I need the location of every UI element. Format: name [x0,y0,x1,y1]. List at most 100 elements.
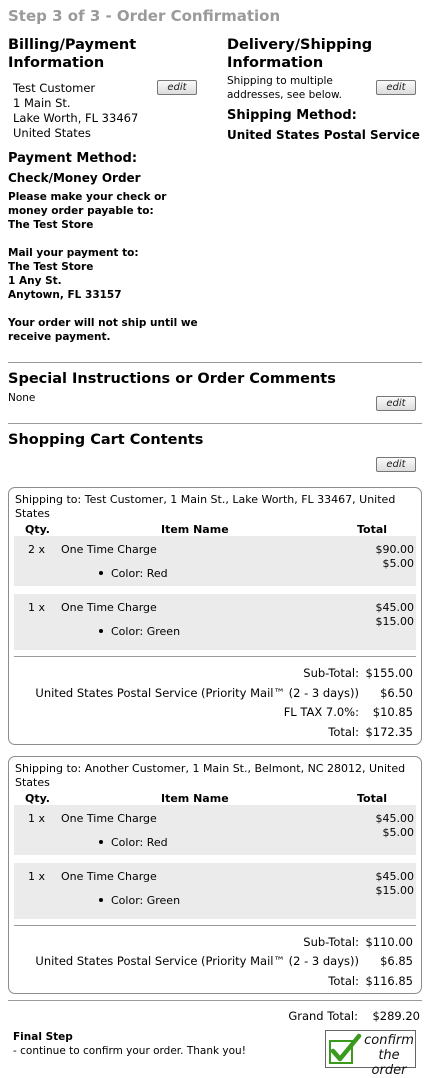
item-attribute-text: Color: Red [111,567,168,580]
payment-instruction-line [8,232,218,246]
comments-heading: Special Instructions or Order Comments [8,371,336,387]
summary-value: $6.50 [380,686,413,700]
edit-comments-button[interactable]: edit [376,396,416,411]
edit-shipping-button[interactable]: edit [376,80,416,95]
edit-billing-button[interactable]: edit [157,80,197,95]
section-divider [8,1000,422,1001]
billing-address: Test Customer 1 Main St. Lake Worth, FL … [13,81,138,141]
item-qty: 1 x [28,812,46,825]
item-attribute: Color: Green [99,894,180,907]
section-divider [8,423,422,424]
column-header-qty: Qty. [25,792,50,805]
shipment-box: Shipping to: Another Customer, 1 Main St… [8,756,422,994]
item-extra-charge: $15.00 [375,615,415,628]
summary-label: Sub-Total: [303,666,359,680]
item-qty: 2 x [28,543,46,556]
item-total: $45.00 [375,812,415,825]
edit-cart-button[interactable]: edit [376,457,416,472]
billing-address-line: Lake Worth, FL 33467 [13,111,139,125]
summary-divider [14,925,416,926]
delivery-heading: Delivery/Shipping Information [227,37,373,71]
item-extra-charge: $5.00 [382,826,415,839]
cart-heading: Shopping Cart Contents [8,432,204,448]
confirm-button-line: the order [371,1048,407,1078]
column-header-item: Item Name [161,523,229,536]
item-extra-charge: $5.00 [382,557,415,570]
column-header-total: Total [357,792,388,805]
billing-address-line: Test Customer [13,81,96,95]
shipment-address: Shipping to: Test Customer, 1 Main St., … [15,493,396,520]
billing-address-line: United States [13,126,91,140]
page-title: Step 3 of 3 - Order Confirmation [8,7,281,25]
summary-label: FL TAX 7.0%: [283,705,359,719]
summary-value: $116.85 [365,974,413,988]
summary-label: United States Postal Service (Priority M… [35,686,359,700]
item-qty: 1 x [28,601,46,614]
final-step-text: - continue to confirm your order. Thank … [13,1045,246,1057]
item-attribute: Color: Red [99,567,168,580]
summary-label: Total: [328,974,359,988]
item-name: One Time Charge [61,543,157,556]
item-attribute: Color: Red [99,836,168,849]
payment-instruction-line: Anytown, FL 33157 [8,289,122,301]
summary-value: $155.00 [365,666,413,680]
bullet-icon [99,898,103,902]
summary-value: $172.35 [365,725,413,739]
summary-value: $110.00 [365,935,413,949]
grand-total-label: Grand Total: [288,1009,358,1023]
comments-value: None [8,392,36,404]
payment-instruction-line: Your order will not ship until we [8,317,198,329]
shipment-address: Shipping to: Another Customer, 1 Main St… [15,762,406,789]
summary-label: Total: [328,725,359,739]
payment-instruction-line: 1 Any St. [8,275,62,287]
item-name: One Time Charge [61,812,157,825]
bullet-icon [99,629,103,633]
confirm-button-line: confirm [364,1033,414,1048]
payment-instruction-line: The Test Store [8,261,94,273]
cart-item-row: 1 x One Time Charge Color: Red $45.00 $5… [14,805,416,855]
cart-item-row: 1 x One Time Charge Color: Green $45.00 … [14,594,416,650]
shipping-method-value: United States Postal Service [227,128,420,142]
item-attribute-text: Color: Red [111,836,168,849]
delivery-note-line: addresses, see below. [227,89,343,101]
item-attribute-text: Color: Green [111,625,181,638]
cart-item-row: 2 x One Time Charge Color: Red $90.00 $5… [14,536,416,586]
shipment-box: Shipping to: Test Customer, 1 Main St., … [8,487,422,745]
column-header-qty: Qty. [25,523,50,536]
payment-instruction-line [8,302,218,316]
confirm-button-label: confirm the order [362,1033,416,1078]
item-name: One Time Charge [61,601,157,614]
cart-item-row: 1 x One Time Charge Color: Green $45.00 … [14,863,416,919]
payment-instruction-line: money order payable to: [8,205,154,217]
confirm-order-button[interactable]: confirm the order [325,1030,416,1078]
item-attribute: Color: Green [99,625,180,638]
payment-instruction-line: Mail your payment to: [8,247,139,259]
item-total: $45.00 [375,601,415,614]
billing-heading: Billing/Payment Information [8,37,137,71]
delivery-note: Shipping to multiple addresses, see belo… [227,74,342,102]
checkmark-icon [329,1033,362,1064]
checkout-confirmation-page: Step 3 of 3 - Order Confirmation Billing… [0,0,428,1078]
summary-value: $10.85 [372,705,413,719]
column-header-total: Total [357,523,388,536]
delivery-note-line: Shipping to multiple [227,75,333,87]
item-extra-charge: $15.00 [375,884,415,897]
bullet-icon [99,840,103,844]
bullet-icon [99,571,103,575]
summary-label: United States Postal Service (Priority M… [35,954,359,968]
item-total: $90.00 [375,543,415,556]
summary-divider [14,656,416,657]
section-divider [8,362,422,363]
item-qty: 1 x [28,870,46,883]
final-step-heading: Final Step [13,1031,73,1043]
grand-total-value: $289.20 [372,1009,420,1023]
item-name: One Time Charge [61,870,157,883]
summary-value: $6.85 [380,954,413,968]
summary-label: Sub-Total: [303,935,359,949]
payment-method-heading: Payment Method: [8,151,138,166]
payment-instructions: Please make your check or money order pa… [8,190,218,344]
billing-address-line: 1 Main St. [13,96,71,110]
item-attribute-text: Color: Green [111,894,181,907]
payment-instruction-line: The Test Store [8,219,94,231]
payment-instruction-line: receive payment. [8,331,111,343]
